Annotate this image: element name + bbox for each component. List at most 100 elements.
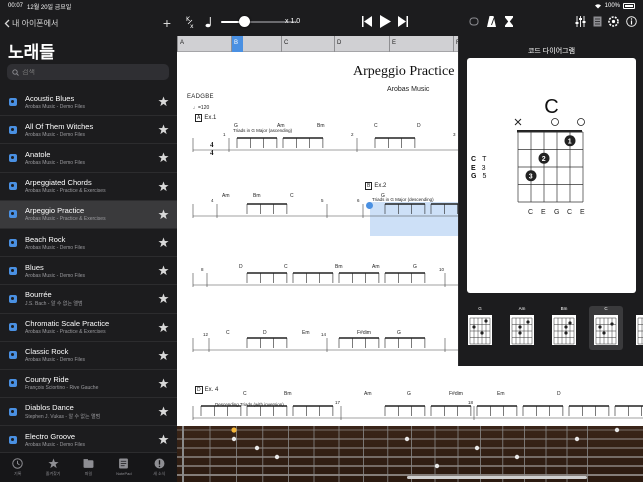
tab-bar: 기록 즐겨찾기 파일 NotePad 새 소식: [0, 452, 177, 482]
favorite-star-icon[interactable]: [158, 293, 169, 304]
back-button[interactable]: 내 아이폰에서: [4, 18, 58, 29]
song-subtitle: Arobas Music - Practice & Exercises: [25, 216, 106, 223]
chord-name: C: [544, 96, 559, 118]
finger-number: 3: [529, 173, 533, 180]
chord-label: Bm: [284, 391, 292, 397]
favorite-star-icon[interactable]: [158, 434, 169, 445]
song-text: Arpeggio Practice Arobas Music - Practice…: [25, 206, 106, 222]
ruler-section[interactable]: B: [231, 36, 243, 52]
measure-number: 4: [211, 198, 214, 203]
favorite-star-icon[interactable]: [158, 321, 169, 333]
tab-clock[interactable]: 기록: [3, 458, 33, 477]
fret-position-dot: [434, 463, 440, 469]
countdown-icon[interactable]: [505, 16, 513, 27]
favorite-star-icon[interactable]: [158, 181, 169, 192]
favorite-star-icon[interactable]: [158, 265, 169, 276]
favorite-star-icon[interactable]: [158, 209, 169, 220]
status-time: 00:07: [8, 3, 24, 9]
skip-forward-icon[interactable]: [398, 16, 408, 27]
tab-label: 즐겨찾기: [45, 471, 61, 476]
score-view-icon[interactable]: [593, 16, 602, 27]
metronome-toggle-icon[interactable]: Kx: [186, 15, 198, 29]
song-list-item[interactable]: Arpeggiated Chords Arobas Music - Practic…: [0, 173, 177, 201]
favorite-star-icon[interactable]: [158, 237, 169, 248]
song-list-item[interactable]: All Of Them Witches Arobas Music - Demo F…: [0, 116, 177, 145]
measure-number: 8: [201, 267, 204, 272]
chord-label: D: [263, 330, 267, 336]
add-song-button[interactable]: +: [163, 16, 171, 30]
speed-value: x 1.0: [285, 18, 301, 25]
tab-star[interactable]: 즐겨찾기: [38, 458, 68, 477]
news-icon: [154, 458, 165, 469]
song-list-item[interactable]: Country Ride François Sciortino - Rive Ga…: [0, 370, 177, 399]
favorite-star-icon[interactable]: [158, 406, 169, 417]
song-subtitle: J.S. Bach - 알 수 없는 앨범: [25, 301, 83, 308]
song-list-item[interactable]: Anatole Arobas Music - Demo Files: [0, 144, 177, 173]
song-list-item[interactable]: Classic Rock Arobas Music - Demo Files: [0, 342, 177, 370]
mixer-icon[interactable]: [575, 16, 586, 27]
chord-grid: 3 2 1 C E G C E: [514, 118, 585, 216]
tab-news[interactable]: 새 소식: [144, 458, 174, 477]
song-list-item[interactable]: Electro Groove Arobas Music - Demo Files: [0, 426, 177, 455]
chord-thumbnail[interactable]: G: [463, 306, 497, 350]
chord-label: C: [374, 123, 378, 129]
ruler-section[interactable]: A: [177, 36, 231, 52]
chord-label: C: [226, 330, 230, 336]
home-indicator: [407, 476, 587, 479]
svg-text:x: x: [190, 23, 194, 29]
song-list-item[interactable]: Beach Rock Arobas Music - Demo Files: [0, 229, 177, 258]
tab-notepad[interactable]: NotePad: [109, 458, 139, 476]
ruler-section[interactable]: C: [281, 36, 334, 52]
chord-thumbnail[interactable]: C: [589, 306, 623, 350]
favorite-star-icon[interactable]: [158, 350, 169, 361]
song-file-icon: [9, 238, 17, 247]
fret-position-dot: [614, 427, 620, 433]
fret-position-dot: [231, 436, 237, 442]
chord-label: G: [381, 193, 385, 199]
mini-chord-grid: [594, 315, 618, 345]
favorite-star-icon[interactable]: [158, 96, 169, 107]
song-list-item[interactable]: Blues Arobas Music - Demo Files: [0, 257, 177, 286]
search-bar[interactable]: [7, 64, 169, 80]
time-signature-top: 4: [210, 141, 214, 149]
favorite-star-icon[interactable]: [158, 378, 169, 389]
tab-label: NotePad: [116, 471, 132, 476]
song-list-item[interactable]: Arpeggio Practice Arobas Music - Practice…: [0, 200, 177, 229]
chord-label: Am: [364, 391, 372, 397]
song-list-item[interactable]: Bourrée J.S. Bach - 알 수 없는 앨범: [0, 285, 177, 314]
speed-slider-handle[interactable]: [239, 16, 251, 27]
settings-gear-icon[interactable]: [608, 16, 619, 27]
song-title: Anatole: [25, 149, 51, 159]
info-icon[interactable]: [626, 16, 637, 27]
song-subtitle: Arobas Music - Demo Files: [25, 272, 86, 279]
note-speed-icon: [205, 17, 211, 28]
song-subtitle: Stephen J. Vukas - 알 수 없는 앨범: [25, 414, 101, 421]
skip-back-icon[interactable]: [362, 16, 372, 27]
chord-thumbnail[interactable]: Bm: [547, 306, 581, 350]
song-list-item[interactable]: Acoustic Blues Arobas Music - Demo Files: [0, 88, 177, 117]
song-file-icon: [9, 266, 17, 275]
chord-label: G: [413, 264, 417, 270]
ruler-section[interactable]: E: [389, 36, 453, 52]
favorite-star-icon[interactable]: [158, 152, 169, 163]
measure-number: 18: [468, 400, 474, 405]
song-file-icon: [9, 407, 17, 416]
song-list-item[interactable]: Chromatic Scale Practice Arobas Music - P…: [0, 314, 177, 342]
song-list-item[interactable]: Diablos Dance Stephen J. Vukas - 알 수 없는 앨…: [0, 398, 177, 427]
loop-icon[interactable]: [469, 17, 479, 26]
search-input[interactable]: [22, 68, 152, 76]
chord-label: F#dim: [357, 330, 371, 336]
star-icon: [48, 458, 59, 469]
play-icon[interactable]: [380, 15, 391, 28]
song-title: Arpeggio Practice: [25, 206, 85, 216]
fretboard-view[interactable]: [177, 426, 643, 482]
favorite-star-icon[interactable]: [158, 124, 169, 135]
chord-thumbnail[interactable]: Am: [505, 306, 539, 350]
tab-folder[interactable]: 파일: [73, 458, 103, 477]
chord-thumbnail[interactable]: D: [631, 306, 643, 350]
song-subtitle: Arobas Music - Demo Files: [25, 131, 86, 138]
ruler-section[interactable]: D: [334, 36, 389, 52]
app-window: 00:07 12월 20일 금요일 100% 내 아이폰에서 + 노래들 Aco…: [0, 0, 643, 482]
chord-thumbnail-name: Bm: [560, 306, 568, 311]
metronome-icon[interactable]: [487, 16, 496, 27]
